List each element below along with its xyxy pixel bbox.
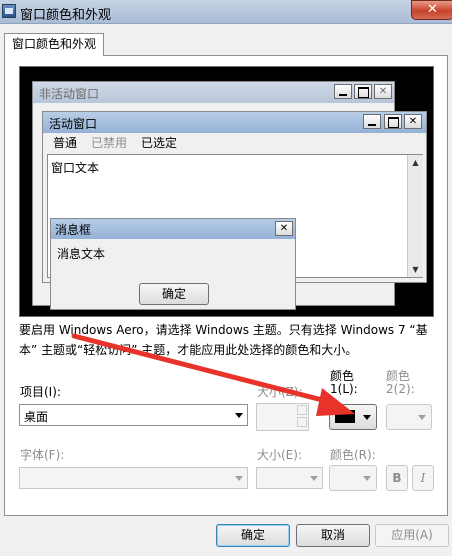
arrow-head bbox=[316, 388, 355, 416]
tab-window-color[interactable]: 窗口颜色和外观 bbox=[4, 33, 105, 56]
arrow-shaft bbox=[71, 333, 333, 405]
annotation-arrow bbox=[71, 333, 355, 416]
